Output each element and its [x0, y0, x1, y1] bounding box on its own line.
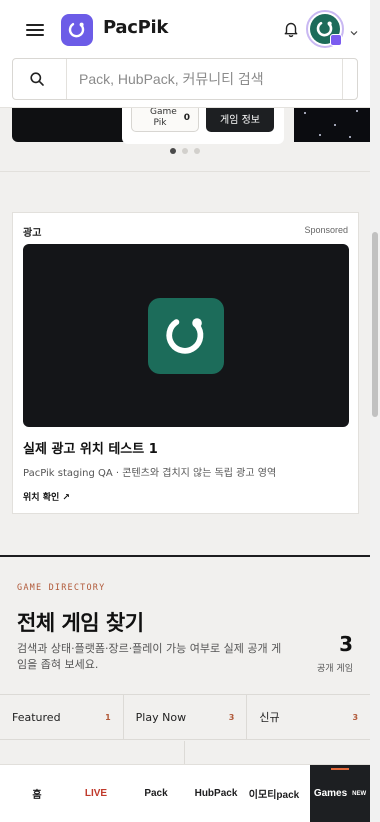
external-link-icon: ↗ — [62, 493, 70, 503]
filter-label: 신규 — [259, 711, 280, 724]
filter-play-now[interactable]: Play Now 3 — [124, 695, 248, 739]
ad-title[interactable]: 실제 광고 위치 테스트 1 — [23, 438, 158, 457]
carousel-pagination — [170, 148, 200, 154]
new-badge: NEW — [352, 790, 367, 797]
search-divider — [66, 59, 67, 99]
nav-emoticon-pack[interactable]: 이모티pack — [238, 765, 310, 822]
filter-label: Play Now — [135, 710, 187, 724]
nav-games[interactable]: Games NEW — [310, 765, 370, 822]
ad-link[interactable]: 위치 확인 ↗ — [23, 490, 70, 503]
gamepik-chip[interactable]: Game Pik 0 — [131, 104, 199, 132]
menu-icon[interactable] — [26, 22, 44, 38]
notification-bell-icon[interactable] — [282, 20, 300, 38]
nav-hubpack[interactable]: HubPack — [194, 765, 238, 822]
gamepik-chip-count: 0 — [183, 112, 190, 123]
sponsored-label: Sponsored — [304, 225, 348, 235]
carousel-slide-previous[interactable] — [12, 104, 124, 142]
filter-count: 3 — [352, 712, 359, 722]
search-input[interactable] — [79, 59, 345, 99]
directory-title: 전체 게임 찾기 — [17, 611, 144, 635]
top-header: PacPik — [0, 0, 370, 108]
active-indicator — [331, 768, 349, 770]
game-info-button[interactable]: 게임 정보 — [206, 104, 274, 132]
brand-name[interactable]: PacPik — [103, 17, 168, 38]
ad-link-label: 위치 확인 — [23, 493, 60, 503]
filter-count: 3 — [228, 712, 235, 722]
scrollbar-thumb[interactable] — [372, 232, 378, 417]
ad-description: PacPik staging QA · 콘텐츠와 겹치지 않는 독립 광고 영역 — [23, 468, 277, 479]
directory-description: 검색과 상태·플랫폼·장르·플레이 가능 여부로 실제 공개 게임을 좁혀 보세… — [17, 642, 282, 671]
pacpik-logo-icon — [148, 297, 224, 374]
game-directory: GAME DIRECTORY 전체 게임 찾기 검색과 상태·플랫폼·장르·플레… — [0, 555, 370, 771]
ad-card[interactable]: 광고 Sponsored 실제 광고 위치 테스트 1 PacPik stagi… — [12, 212, 359, 514]
filter-count: 1 — [105, 712, 111, 722]
chevron-down-icon[interactable] — [349, 23, 359, 36]
directory-filter-tabs: Featured 1 Play Now 3 신규 3 — [0, 694, 370, 740]
ad-label: 광고 — [23, 228, 42, 239]
page-scrollbar[interactable] — [370, 0, 380, 822]
bottom-navigation: 홈 LIVE Pack HubPack 이모티pack Games NEW — [0, 764, 370, 822]
public-game-count: 3 — [339, 632, 353, 656]
carousel-slide-next[interactable] — [294, 104, 370, 142]
carousel-dot-1[interactable] — [170, 148, 176, 154]
search-divider-right — [342, 59, 343, 99]
directory-eyebrow: GAME DIRECTORY — [17, 583, 106, 593]
public-game-count-label: 공개 게임 — [317, 664, 353, 674]
nav-home[interactable]: 홈 — [0, 765, 74, 822]
ad-section: 광고 Sponsored 실제 광고 위치 테스트 1 PacPik stagi… — [0, 172, 370, 556]
nav-pack[interactable]: Pack — [118, 765, 194, 822]
carousel-dot-3[interactable] — [194, 148, 200, 154]
avatar-badge-icon — [330, 34, 342, 46]
gamepik-chip-label: Game Pik — [150, 106, 177, 128]
search-icon[interactable] — [29, 71, 45, 87]
brand-logo-icon[interactable] — [61, 14, 93, 46]
filter-new[interactable]: 신규 3 — [247, 695, 370, 739]
filter-featured[interactable]: Featured 1 — [0, 695, 124, 739]
search-bar — [12, 58, 358, 100]
nav-live[interactable]: LIVE — [74, 765, 118, 822]
ad-image[interactable] — [23, 244, 349, 427]
filter-label: Featured — [12, 710, 61, 724]
nav-games-label: Games — [313, 788, 348, 799]
carousel-dot-2[interactable] — [182, 148, 188, 154]
